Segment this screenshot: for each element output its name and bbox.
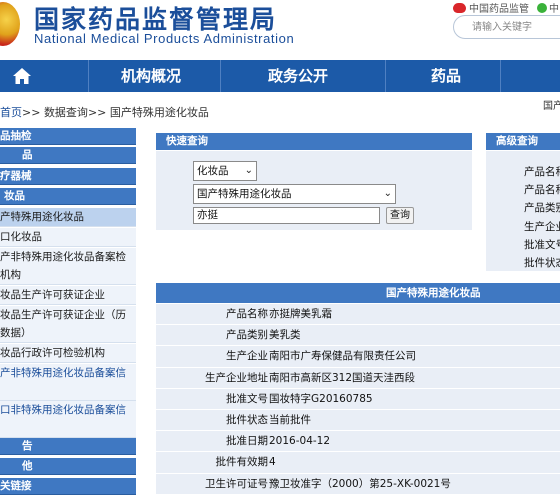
wechat-link[interactable]: 中: [537, 0, 559, 15]
sidebar-item-licensed-producers-history[interactable]: 妆品生产许可获证企业（历数据）: [0, 306, 136, 343]
quick-search-header: 快速查询: [156, 133, 472, 150]
sidebar-item-domestic-nonspecial-filing[interactable]: 产非特殊用途化妆品备案信: [0, 364, 136, 401]
site-title-en: National Medical Products Administration: [34, 31, 295, 46]
row-value: 当前批件: [269, 414, 311, 426]
table-row: 卫生许可证号 豫卫妆准字（2000）第25-XK-0021号: [156, 473, 560, 495]
row-label: 批准文号: [226, 392, 268, 405]
chevron-down-icon: ⌄: [244, 165, 253, 176]
row-value: 豫卫妆准字（2000）第25-XK-0021号: [269, 477, 451, 490]
row-label: 产品名称: [226, 308, 268, 320]
subcategory-select-value: 国产特殊用途化妆品: [197, 188, 292, 200]
home-icon: [13, 68, 31, 84]
sidebar-item-licensed-producers[interactable]: 妆品生产许可获证企业: [0, 286, 136, 305]
row-label: 生产企业地址: [205, 371, 268, 384]
breadcrumb-sep: >>: [87, 106, 107, 119]
page: 国家药品监督管理局 National Medical Products Admi…: [0, 0, 560, 496]
sidebar-item-nonspecial-filing-labs[interactable]: 产非特殊用途化妆品备案检机构: [0, 248, 136, 285]
table-row: 批件有效期 4: [156, 452, 560, 474]
sidebar: 品抽检 品 疗器械 妆品 产特殊用途化妆品 口化妆品 产非特殊用途化妆品备案检机…: [0, 126, 136, 496]
table-row: 产品名称 亦挺牌美乳霜: [156, 304, 560, 326]
nav-item-about[interactable]: 机构概况: [121, 60, 181, 92]
quick-search-title: 快速查询: [166, 135, 208, 147]
adv-field-approval-status: 批件状态: [524, 257, 560, 269]
breadcrumb-current: 国产特殊用途化妆品: [109, 106, 209, 119]
sidebar-cat-links[interactable]: 关链接: [0, 478, 136, 495]
sidebar-cat-other[interactable]: 他: [0, 458, 136, 475]
row-label: 产品类别: [226, 329, 268, 342]
breadcrumb-data-query[interactable]: 数据查询: [44, 106, 88, 119]
sidebar-item-imported[interactable]: 口化妆品: [0, 228, 136, 247]
table-row: 生产企业 南阳市广寿保健品有限责任公司: [156, 346, 560, 368]
nav-home[interactable]: [0, 60, 44, 92]
row-label: 批件状态: [226, 414, 268, 426]
sidebar-cat-drug-sampling[interactable]: 品抽检: [0, 128, 136, 145]
table-row: 批准文号 国妆特字G20160785: [156, 388, 560, 410]
row-value: 2016-04-12: [269, 435, 331, 448]
row-label: 批件有效期: [215, 456, 269, 469]
wechat-icon: [537, 3, 547, 13]
row-value: 南阳市广寿保健品有限责任公司: [269, 350, 416, 363]
sidebar-cat-notice[interactable]: 告: [0, 438, 136, 455]
advanced-search-title: 高级查询: [496, 135, 538, 147]
weibo-link[interactable]: 中国药品监管: [453, 0, 529, 15]
row-value: 国妆特字G20160785: [269, 392, 373, 405]
row-value: 4: [269, 456, 276, 469]
table-row: 批件状态 当前批件: [156, 410, 560, 432]
adv-field-product-name: 产品名称: [524, 166, 560, 178]
category-select-value: 化妆品: [197, 165, 229, 177]
category-select[interactable]: 化妆品 ⌄: [193, 161, 257, 181]
weibo-label: 中国药品监管: [469, 4, 529, 15]
keyword-input[interactable]: 亦挺: [193, 207, 380, 224]
result-title: 国产特殊用途化妆品: [386, 287, 481, 299]
adv-field-manufacturer: 生产企业: [524, 221, 560, 233]
breadcrumb-home[interactable]: 首页: [0, 106, 22, 119]
table-row: 批准日期 2016-04-12: [156, 431, 560, 453]
adv-field-product-name-2: 产品名称: [524, 184, 560, 196]
nav-divider: [88, 60, 89, 92]
sidebar-cat-drugs[interactable]: 品: [0, 147, 136, 164]
breadcrumb-right: 国产: [543, 101, 560, 112]
weibo-icon: [453, 3, 466, 13]
nav-divider: [385, 60, 386, 92]
sidebar-item-domestic-special[interactable]: 产特殊用途化妆品: [0, 208, 136, 227]
row-value: 亦挺牌美乳霜: [269, 308, 332, 320]
nav-divider: [220, 60, 221, 92]
row-value: 南阳市高新区312国道天洼西段: [269, 371, 416, 384]
adv-field-approval-no: 批准文号: [524, 239, 560, 251]
main-nav: 机构概况 政务公开 药品: [0, 60, 560, 92]
quick-search-panel: 化妆品 ⌄ 国产特殊用途化妆品 ⌄ 亦挺 查询: [156, 151, 472, 230]
row-label: 卫生许可证号: [205, 477, 268, 490]
sidebar-cat-cosmetics[interactable]: 妆品: [0, 188, 136, 205]
row-label: 生产企业: [226, 350, 268, 363]
query-button[interactable]: 查询: [386, 207, 414, 224]
table-row: 产品类别 美乳类: [156, 325, 560, 347]
site-search-input[interactable]: [453, 15, 560, 39]
result-header: 国产特殊用途化妆品: [156, 283, 560, 303]
table-row: 生产企业地址 南阳市高新区312国道天洼西段: [156, 367, 560, 389]
nav-item-gov-affairs[interactable]: 政务公开: [268, 60, 328, 92]
adv-field-product-type: 产品类别: [524, 202, 560, 214]
sidebar-cat-medical-devices[interactable]: 疗器械: [0, 168, 136, 185]
site-header: 国家药品监督管理局 National Medical Products Admi…: [0, 0, 560, 56]
subcategory-select[interactable]: 国产特殊用途化妆品 ⌄: [193, 184, 396, 204]
row-value: 美乳类: [269, 329, 301, 342]
sidebar-item-inspection-agencies[interactable]: 妆品行政许可检验机构: [0, 344, 136, 363]
row-label: 批准日期: [226, 435, 268, 448]
advanced-search-header: 高级查询: [486, 133, 560, 150]
national-emblem-icon: [0, 2, 20, 46]
breadcrumb-sep: >>: [22, 106, 41, 119]
breadcrumb: 首页>> 数据查询>> 国产特殊用途化妆品: [0, 104, 209, 120]
wechat-label: 中: [549, 4, 559, 15]
advanced-search-panel: 产品名称 产品名称 产品类别 生产企业 批准文号 批件状态: [486, 151, 560, 271]
chevron-down-icon: ⌄: [383, 188, 392, 199]
nav-item-drugs[interactable]: 药品: [431, 60, 461, 92]
nav-divider: [500, 60, 501, 92]
sidebar-item-imported-nonspecial-filing[interactable]: 口非特殊用途化妆品备案信: [0, 401, 136, 438]
